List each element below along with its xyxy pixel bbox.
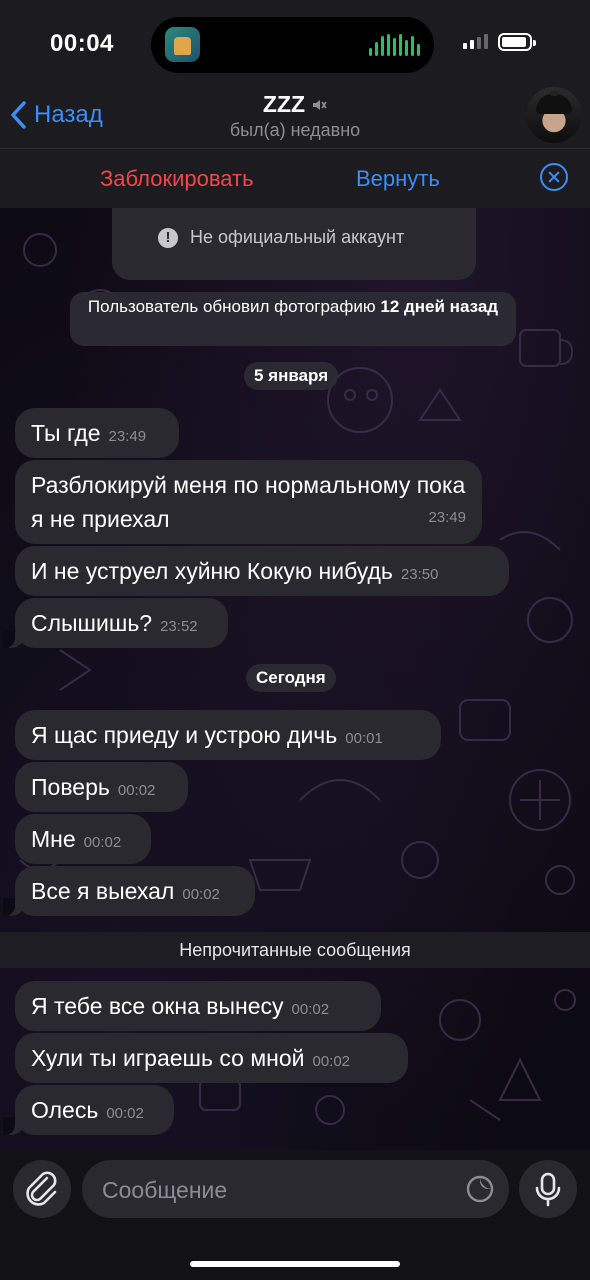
sticker-icon[interactable]: [465, 1174, 495, 1204]
block-button[interactable]: Заблокировать: [100, 166, 254, 192]
close-icon[interactable]: [540, 163, 568, 191]
clock: 00:04: [50, 30, 114, 57]
notice-text: Не официальный аккаунт: [190, 227, 405, 247]
battery-icon: [498, 33, 536, 51]
message-input-field[interactable]: [82, 1160, 509, 1220]
date-separator-today: Сегодня: [246, 664, 336, 692]
message-bubble[interactable]: Разблокируй меня по нормальному пока я н…: [15, 460, 482, 544]
message-bubble[interactable]: Поверь 00:02: [15, 762, 188, 812]
message-bubble[interactable]: Слышишь? 23:52: [3, 598, 228, 648]
status-bar: 00:04: [0, 0, 590, 90]
return-button[interactable]: Вернуть: [356, 166, 440, 192]
attach-button[interactable]: [13, 1160, 71, 1218]
unofficial-account-notice: ! Не официальный аккаунт: [112, 208, 476, 280]
exclamation-circle-icon: !: [158, 228, 178, 248]
message-bubble[interactable]: Мне 00:02: [15, 814, 151, 864]
message-input[interactable]: [100, 1160, 454, 1220]
dynamic-island[interactable]: [151, 17, 434, 73]
microphone-button[interactable]: [519, 1160, 577, 1218]
message-bubble[interactable]: Олесь 00:02: [3, 1085, 174, 1135]
avatar[interactable]: [526, 87, 582, 143]
date-separator-jan5: 5 января: [244, 362, 339, 390]
message-bubble[interactable]: Хули ты играешь со мной 00:02: [15, 1033, 408, 1083]
signal-icon: [463, 34, 488, 49]
chevron-left-icon: [11, 101, 26, 129]
home-indicator[interactable]: [190, 1261, 400, 1267]
paperclip-icon: [26, 1171, 57, 1206]
back-label: Назад: [34, 101, 103, 128]
audio-wave-icon: [369, 34, 420, 56]
message-bubble[interactable]: Ты где 23:49: [15, 408, 179, 458]
microphone-icon: [535, 1172, 561, 1207]
chat-name: ZZZ: [262, 91, 306, 117]
speaker-muted-icon: [313, 99, 327, 110]
action-bar: Заблокировать Вернуть: [0, 148, 590, 208]
message-bubble[interactable]: Я тебе все окна вынесу 00:02: [15, 981, 381, 1031]
message-bubble[interactable]: Все я выехал 00:02: [3, 866, 255, 916]
photo-update-service-message: Пользователь обновил фотографию 12 дней …: [70, 292, 516, 346]
back-button[interactable]: Назад: [10, 95, 103, 135]
unread-messages-divider: Непрочитанные сообщения: [0, 932, 590, 968]
chat-header: Назад ZZZ был(а) недавно: [0, 87, 590, 148]
chat-status: был(а) недавно: [229, 120, 361, 140]
chat-title[interactable]: ZZZ был(а) недавно: [170, 90, 420, 141]
message-bubble[interactable]: И не уструел хуйню Кокую нибудь 23:50: [15, 546, 509, 596]
island-app-icon: [165, 27, 200, 62]
message-bubble[interactable]: Я щас приеду и устрою дичь 00:01: [15, 710, 441, 760]
